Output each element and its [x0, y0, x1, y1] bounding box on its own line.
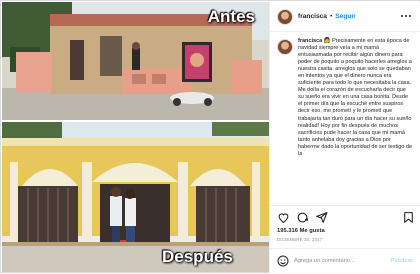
post-photo[interactable]: Antes Después — [2, 2, 269, 272]
after-label: Después — [162, 247, 233, 266]
post-comment-button[interactable]: Publicar — [391, 258, 413, 264]
after-photo: Después — [2, 122, 269, 272]
comment-input[interactable]: Agrega un comentario... — [294, 258, 355, 264]
post-date[interactable]: DICIEMBRE 20, 2017 — [277, 237, 322, 242]
avatar[interactable] — [277, 8, 293, 25]
caption-username[interactable]: francisca — [298, 38, 322, 44]
caption-avatar[interactable] — [277, 39, 293, 55]
bookmark-icon[interactable] — [402, 211, 415, 224]
share-icon[interactable] — [315, 211, 328, 224]
post-sidebar: francisca • Seguir francisca 👩 Precisame… — [269, 2, 420, 273]
instagram-post-embed: Antes Después francisca • Seguir francis… — [0, 0, 420, 273]
woman-emoji-icon: 👩 — [323, 38, 331, 44]
heart-icon[interactable] — [277, 211, 290, 224]
follow-button[interactable]: Seguir — [335, 13, 356, 20]
comment-bar: Agrega un comentario... Publicar — [270, 248, 420, 274]
caption-body: Precisamente en esta época de navidad si… — [298, 38, 413, 157]
caption-text: francisca 👩 Precisamente en esta época d… — [298, 38, 413, 158]
separator-dot: • — [329, 13, 333, 20]
caption: francisca 👩 Precisamente en esta época d… — [270, 33, 420, 205]
comment-icon[interactable] — [296, 211, 309, 224]
post-header: francisca • Seguir — [270, 2, 420, 32]
action-icons — [277, 211, 415, 225]
username-link[interactable]: francisca — [298, 13, 327, 20]
before-photo: Antes — [2, 2, 269, 120]
more-options-icon[interactable] — [401, 11, 413, 21]
post-actions: 195.316 Me gusta DICIEMBRE 20, 2017 Agre… — [270, 205, 420, 273]
before-label: Antes — [207, 7, 255, 26]
likes-count[interactable]: 195.316 Me gusta — [277, 228, 325, 234]
emoji-icon[interactable] — [277, 255, 289, 267]
